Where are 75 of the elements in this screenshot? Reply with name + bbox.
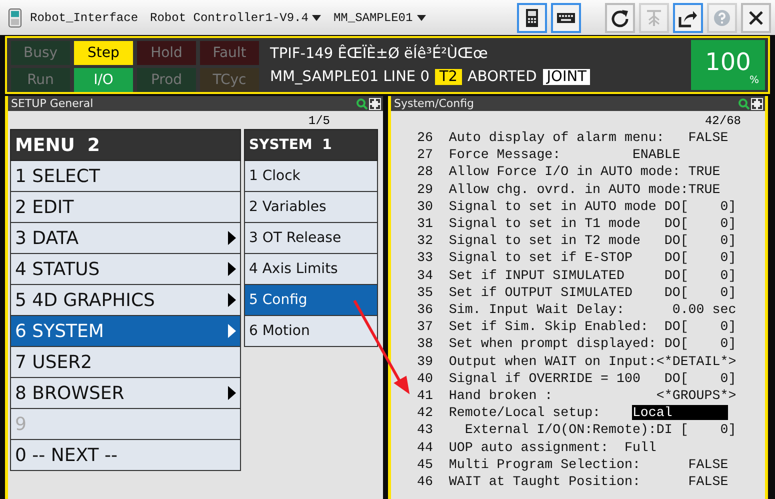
config-line[interactable]: 39 Output when WAIT on Input:<*DETAIL*> xyxy=(417,352,736,370)
config-line[interactable]: 31 Signal to set in T1 mode DO[ 0] xyxy=(417,215,736,232)
menu-item[interactable]: 4 STATUS xyxy=(10,254,241,285)
config-line[interactable]: 27 Force Message: ENABLE xyxy=(417,146,680,164)
maximize-icon[interactable] xyxy=(751,98,763,110)
panel-title: SETUP General xyxy=(11,97,94,110)
run-state: ABORTED xyxy=(468,68,537,84)
submenu-title: SYSTEM 1 xyxy=(244,129,378,161)
refresh-icon xyxy=(610,8,630,28)
menu-item[interactable]: 1 SELECT xyxy=(10,161,241,192)
menu-item[interactable]: 3 DATA xyxy=(10,223,241,254)
config-line[interactable]: 34 Set if INPUT SIMULATED DO[ 0] xyxy=(417,266,736,284)
config-line[interactable]: 42 Remote/Local setup: Local xyxy=(417,404,728,422)
config-line[interactable]: 40 Signal if OVERRIDE = 100 DO[ 0] xyxy=(417,370,736,388)
config-line[interactable]: 30 Signal to set in AUTO mode DO[ 0] xyxy=(417,198,736,216)
status-light: Prod xyxy=(137,68,196,92)
status-light: Busy xyxy=(11,41,70,65)
menu-item[interactable]: 8 BROWSER xyxy=(10,378,241,409)
dropdown[interactable]: Robot Controller1-V9.4 xyxy=(150,10,322,24)
config-line[interactable]: 28 Allow Force I/O in AUTO mode: TRUE xyxy=(417,163,720,181)
menu-item[interactable]: 6 SYSTEM xyxy=(10,316,241,347)
config-line[interactable]: 36 Sim. Input Wait Delay: 0.00 sec xyxy=(417,301,736,318)
submenu-item[interactable]: 4 Axis Limits xyxy=(244,254,378,285)
coord-badge: JOINT xyxy=(542,68,590,84)
config-line[interactable]: 35 Set if OUTPUT SIMULATED DO[ 0] xyxy=(417,284,736,302)
help-icon xyxy=(712,8,732,28)
status-light: I/O xyxy=(74,68,133,92)
config-line[interactable]: 32 Signal to set in T2 mode DO[ 0] xyxy=(417,232,736,250)
status-light: Run xyxy=(11,68,70,92)
config-line[interactable]: 37 Set if Sim. Skip Enabled: DO[ 0] xyxy=(417,318,736,336)
menu-item[interactable]: 7 USER2 xyxy=(10,347,241,378)
page-indicator: 1/5 xyxy=(307,113,331,129)
config-line[interactable]: 29 Allow chg. ovrd. in AUTO mode:TRUE xyxy=(417,180,720,198)
status-light: Hold xyxy=(137,41,196,65)
keyboard-button[interactable] xyxy=(551,2,581,32)
caret-icon xyxy=(416,14,426,20)
config-line[interactable]: 44 UOP auto assignment: Full xyxy=(417,438,656,456)
status-light: Fault xyxy=(200,41,259,65)
zoom-icon[interactable] xyxy=(356,98,368,110)
submenu-item[interactable]: 5 Config xyxy=(244,285,378,316)
menu-item[interactable]: 5 4D GRAPHICS xyxy=(10,285,241,316)
submenu-item[interactable]: 2 Variables xyxy=(244,192,378,223)
maximize-icon[interactable] xyxy=(369,98,381,110)
panel-title: System/Config xyxy=(394,97,476,110)
config-line[interactable]: 45 Multi Program Selection: FALSE xyxy=(417,456,728,474)
export-button[interactable] xyxy=(673,2,703,32)
menu-title: MENU 2 xyxy=(10,129,241,161)
menu-item[interactable]: 2 EDIT xyxy=(10,192,241,223)
refresh-button[interactable] xyxy=(605,2,635,32)
caret-icon xyxy=(312,14,322,20)
status-light: TCyc xyxy=(200,68,259,92)
config-line[interactable]: 33 Signal to set if E-STOP DO[ 0] xyxy=(417,249,736,267)
app-title: Robot_Interface xyxy=(30,10,138,24)
close-button[interactable] xyxy=(741,2,771,32)
config-line[interactable]: 41 Hand broken : <*GROUPS*> xyxy=(417,387,736,404)
page-indicator: 42/68 xyxy=(704,113,742,129)
pendant-button[interactable] xyxy=(517,2,547,32)
override-value: 100 xyxy=(705,48,751,74)
submenu-item[interactable]: 6 Motion xyxy=(244,316,378,347)
config-line[interactable]: 46 WAIT at Taught Position: FALSE xyxy=(417,473,728,490)
config-line[interactable]: 26 Auto display of alarm menu: FALSE xyxy=(417,129,728,146)
submenu-item[interactable]: 3 OT Release xyxy=(244,223,378,254)
submenu-item[interactable]: 1 Clock xyxy=(244,161,378,192)
config-line[interactable]: 38 Set when prompt displayed: DO[ 0] xyxy=(417,335,736,353)
menu-item[interactable]: 0 -- NEXT -- xyxy=(10,440,241,471)
message-line: TPIF-149 ÊŒÏÈ±Ø ëÍê³É²ÙŒœ xyxy=(270,46,489,62)
mode-badge: T2 xyxy=(435,68,462,84)
status-light: Step xyxy=(74,41,133,65)
zoom-icon[interactable] xyxy=(738,98,750,110)
pendant-icon xyxy=(8,8,22,28)
override-unit: % xyxy=(749,74,759,86)
config-line[interactable]: 43 External I/O(ON:Remote):DI [ 0] xyxy=(417,421,736,439)
chevrons-up-icon xyxy=(644,8,664,28)
program-status: MM_SAMPLE01 LINE 0 xyxy=(270,68,430,84)
dropdown[interactable]: MM_SAMPLE01 xyxy=(333,10,426,24)
